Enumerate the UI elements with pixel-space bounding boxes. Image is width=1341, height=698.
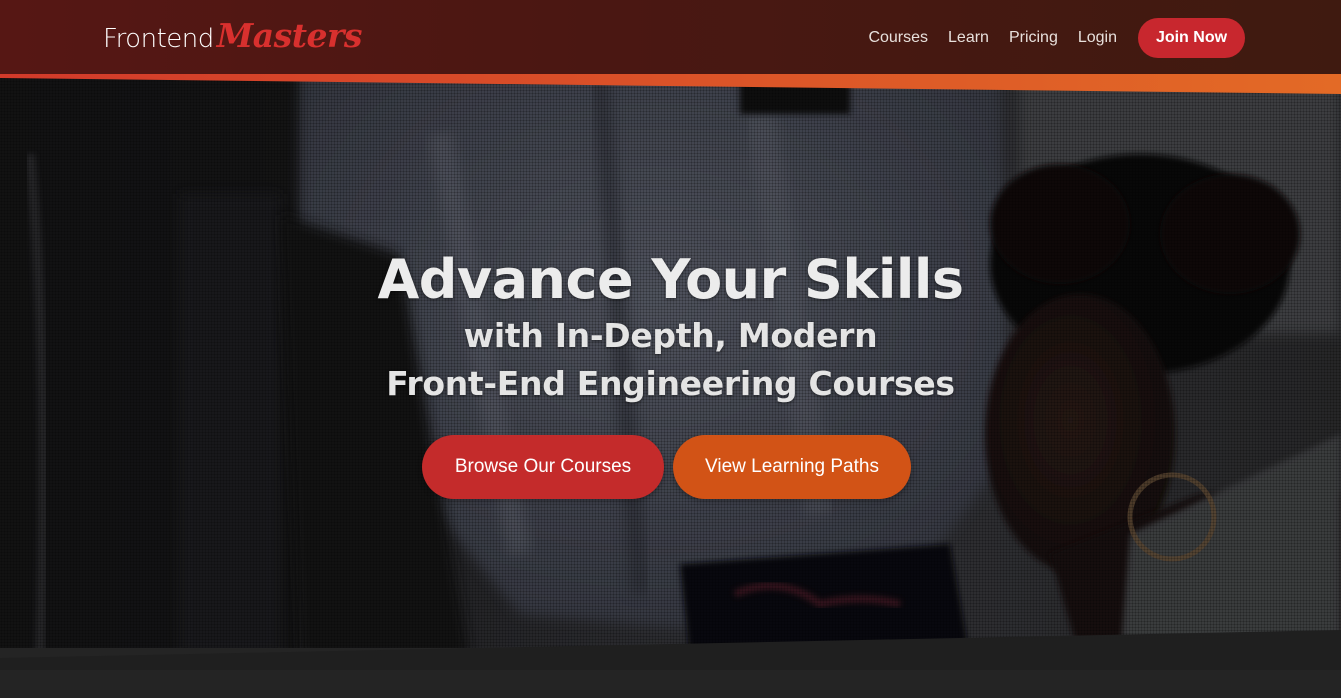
header-accent-stripe <box>0 72 1341 94</box>
nav-pricing-link[interactable]: Pricing <box>1009 29 1058 47</box>
page: Advance Your Skills with In-Depth, Moder… <box>0 0 1341 698</box>
site-header: Frontend Masters Courses Learn Pricing L… <box>0 0 1341 74</box>
hero-subtitle-line1: with In-Depth, Modern <box>463 316 878 355</box>
hero-cta-group: Browse Our Courses View Learning Paths <box>0 435 1341 499</box>
frontend-masters-logo[interactable]: Frontend Masters <box>103 16 362 60</box>
hero-content: Advance Your Skills with In-Depth, Moder… <box>0 248 1341 499</box>
hero-title: Advance Your Skills <box>377 248 964 311</box>
hero-bottom-edge <box>0 630 1341 670</box>
hero-subtitle-line2: Front-End Engineering Courses <box>386 364 955 403</box>
browse-courses-button[interactable]: Browse Our Courses <box>422 435 664 499</box>
nav-learn-link[interactable]: Learn <box>948 29 989 47</box>
nav-login-link[interactable]: Login <box>1078 29 1117 47</box>
view-learning-paths-button[interactable]: View Learning Paths <box>673 435 911 499</box>
logo-text-masters: Masters <box>216 16 363 55</box>
main-nav: Courses Learn Pricing Login Join Now <box>868 18 1245 58</box>
join-now-button[interactable]: Join Now <box>1138 18 1245 58</box>
logo-text-frontend: Frontend <box>103 24 214 54</box>
nav-courses-link[interactable]: Courses <box>868 29 928 47</box>
hero-section: Advance Your Skills with In-Depth, Moder… <box>0 74 1341 658</box>
